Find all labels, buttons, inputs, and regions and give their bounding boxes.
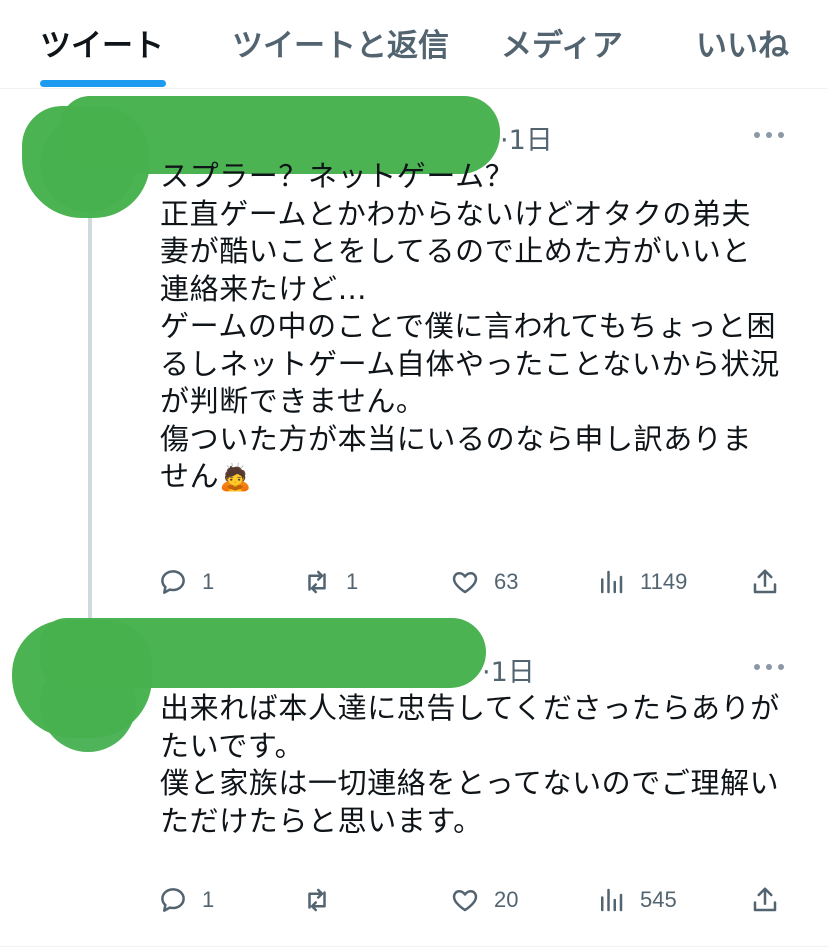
tweet-actions: 1 20 545 <box>0 880 828 920</box>
tweet-text-body: スプラー？ネットゲーム？ 正直ゲームとかわからないけどオタクの弟夫妻が酷いことを… <box>160 159 780 493</box>
active-tab-indicator <box>40 80 166 87</box>
divider <box>0 946 828 947</box>
more-icon[interactable] <box>754 130 786 140</box>
tweet-date[interactable]: ·1日 <box>482 650 535 689</box>
like-count: 63 <box>494 569 519 594</box>
views-icon <box>601 888 623 912</box>
profile-tabs: ツイート ツイートと返信 メディア いいね <box>0 0 828 89</box>
tab-tweets[interactable]: ツイート <box>40 20 164 65</box>
tweet[interactable]: ·1日 出来れば本人達に忠告してくださったらありがたいです。 僕と家族は一切連絡… <box>0 618 828 946</box>
views-button[interactable]: 1149 <box>596 562 687 602</box>
share-button[interactable] <box>750 562 780 602</box>
tweet-date[interactable]: ·1日 <box>500 118 553 157</box>
reply-icon <box>161 888 185 912</box>
tweet[interactable]: ·1日 スプラー？ネットゲーム？ 正直ゲームとかわからないけどオタクの弟夫妻が酷… <box>0 88 828 628</box>
reply-count: 1 <box>202 887 215 912</box>
bowing-emoji-icon: 🙇 <box>219 463 253 493</box>
tab-likes[interactable]: いいね <box>696 20 789 65</box>
share-icon <box>753 569 777 594</box>
retweet-icon <box>308 888 326 912</box>
retweet-icon <box>308 570 326 594</box>
like-button[interactable]: 20 <box>450 880 518 920</box>
more-icon[interactable] <box>754 662 786 672</box>
reply-button[interactable]: 1 <box>158 562 214 602</box>
like-icon <box>452 572 478 594</box>
views-count: 1149 <box>640 569 688 594</box>
tab-tweets-and-replies[interactable]: ツイートと返信 <box>232 20 449 65</box>
share-button[interactable] <box>750 880 780 920</box>
tweet-text: スプラー？ネットゲーム？ 正直ゲームとかわからないけどオタクの弟夫妻が酷いことを… <box>160 158 780 498</box>
retweet-count: 1 <box>346 569 359 594</box>
views-button[interactable]: 545 <box>596 880 677 920</box>
reply-button[interactable]: 1 <box>158 880 214 920</box>
like-icon <box>452 890 478 912</box>
redaction-mark <box>40 618 486 688</box>
like-count: 20 <box>494 887 519 912</box>
share-icon <box>753 887 777 912</box>
reply-icon <box>161 570 185 594</box>
tweet-text: 出来れば本人達に忠告してくださったらありがたいです。 僕と家族は一切連絡をとって… <box>160 691 780 838</box>
tweet-actions: 1 1 63 1149 <box>0 562 828 602</box>
reply-count: 1 <box>202 569 215 594</box>
like-button[interactable]: 63 <box>450 562 518 602</box>
tab-media[interactable]: メディア <box>501 20 623 65</box>
views-icon <box>601 570 623 594</box>
retweet-button[interactable] <box>302 880 346 920</box>
views-count: 545 <box>640 887 677 912</box>
retweet-button[interactable]: 1 <box>302 562 358 602</box>
